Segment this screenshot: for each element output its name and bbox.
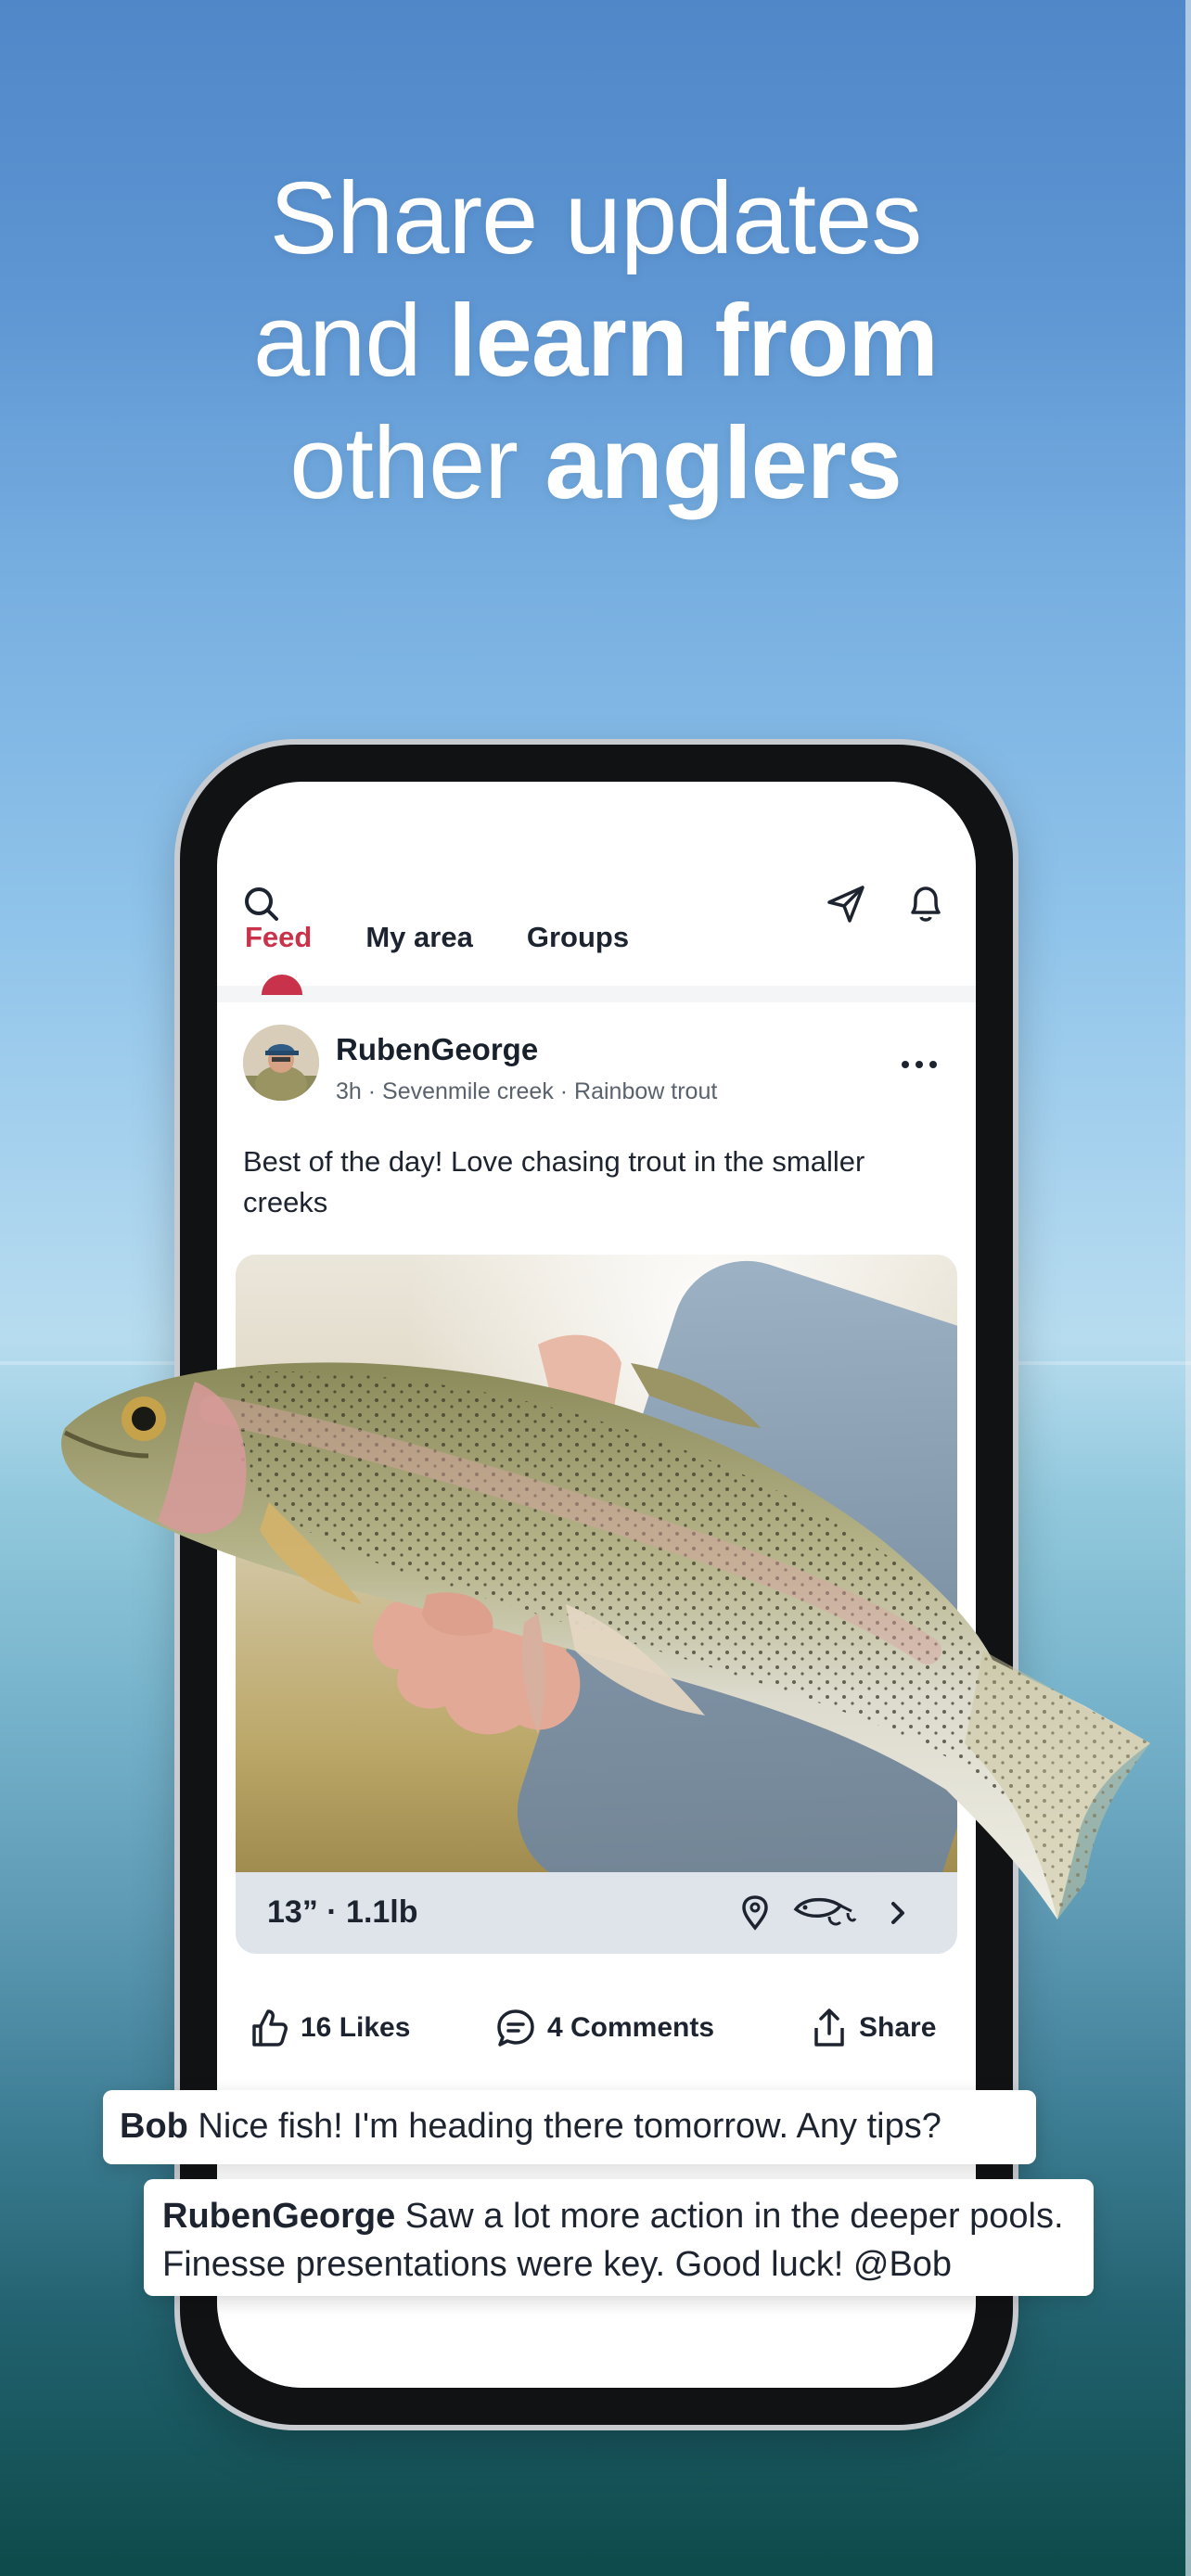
headline-line-2: and learn from xyxy=(252,284,939,398)
active-tab-indicator xyxy=(262,975,302,995)
like-button[interactable]: 16 Likes xyxy=(249,2008,410,2048)
tab-feed[interactable]: Feed xyxy=(245,921,312,954)
post-actions: 16 Likes 4 Comments Share xyxy=(217,1995,976,2069)
send-icon[interactable] xyxy=(820,878,872,930)
tab-groups[interactable]: Groups xyxy=(527,921,629,954)
promo-headline: Share updates and learn from other angle… xyxy=(0,158,1191,525)
thumbs-up-icon xyxy=(252,2009,288,2047)
share-icon xyxy=(814,2009,844,2047)
bell-icon[interactable] xyxy=(900,878,952,930)
post-caption: Best of the day! Love chasing trout in t… xyxy=(243,1145,865,1218)
comment-author[interactable]: RubenGeorge xyxy=(162,2197,395,2236)
comment-text-line-2: Finesse presentations were key. Good luc… xyxy=(162,2245,953,2284)
comment-button[interactable]: 4 Comments xyxy=(495,2008,714,2048)
app-top-bar: Feed My area Groups xyxy=(217,782,976,995)
more-options-icon[interactable] xyxy=(902,1051,957,1078)
feed-tabs: Feed My area Groups xyxy=(245,921,683,954)
likes-count: 16 Likes xyxy=(301,2012,411,2043)
comment-author[interactable]: Bob xyxy=(120,2107,188,2146)
rainbow-trout-image xyxy=(61,1334,1151,1919)
post-meta: 3h · Sevenmile creek · Rainbow trout xyxy=(336,1078,718,1104)
avatar[interactable] xyxy=(243,1025,319,1101)
headline-line-1: Share updates xyxy=(269,161,923,275)
post-username[interactable]: RubenGeorge xyxy=(336,1032,538,1067)
comment-text-line-1: Saw a lot more action in the deeper pool… xyxy=(395,2197,1064,2236)
share-button[interactable]: Share xyxy=(811,2008,936,2048)
comments-count: 4 Comments xyxy=(547,2012,715,2043)
comment-bob[interactable]: Bob Nice fish! I'm heading there tomorro… xyxy=(103,2090,1036,2164)
headline-line-3: other anglers xyxy=(289,406,903,520)
share-label: Share xyxy=(859,2012,937,2043)
comment-reply-rubengeorge[interactable]: RubenGeorge Saw a lot more action in the… xyxy=(144,2179,1094,2296)
comment-icon xyxy=(497,2009,534,2047)
comment-text: Nice fish! I'm heading there tomorrow. A… xyxy=(187,2107,941,2146)
tab-my-area[interactable]: My area xyxy=(365,921,472,954)
